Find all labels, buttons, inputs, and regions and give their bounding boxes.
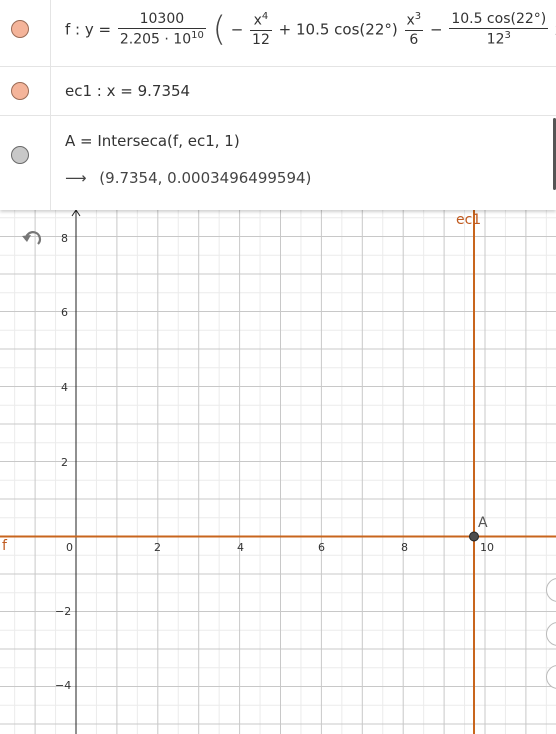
middle-term: 10.5 cos(22°): [296, 20, 398, 39]
point-A-label: A: [478, 515, 488, 531]
y-tick-8: 8: [61, 232, 68, 245]
term1-numerator-exponent: 4: [261, 11, 269, 22]
term2-fraction: x3 6: [404, 11, 424, 48]
term2-numerator: x3: [405, 11, 424, 30]
grid-minor: [0, 210, 556, 734]
algebra-view: f : y = 10300 2.205 · 1010 ( − x4 12 + 1…: [0, 0, 556, 210]
term2-numerator-base: x: [406, 12, 415, 29]
x-tick-10: 10: [480, 541, 494, 554]
algebra-row-A[interactable]: A = Interseca(f, ec1, 1) ⟶ (9.7354, 0.00…: [0, 116, 556, 210]
marble-column: [0, 67, 51, 115]
term3-denominator: 123: [449, 28, 549, 48]
x-tick-8: 8: [401, 541, 408, 554]
output-arrow-icon: ⟶: [65, 169, 87, 187]
term1-numerator-base: x: [253, 12, 262, 29]
algebra-row-f[interactable]: f : y = 10300 2.205 · 1010 ( − x4 12 + 1…: [0, 0, 556, 67]
graphics-view[interactable]: 0 2 4 6 8 10 8 6 4 2 −2 −4 f ec1 A: [0, 210, 556, 734]
minus-sign: −: [429, 20, 443, 39]
graphics-canvas[interactable]: 0 2 4 6 8 10 8 6 4 2 −2 −4 f ec1 A: [0, 210, 556, 734]
coefficient-denominator: 2.205 · 1010: [117, 28, 206, 48]
undo-icon[interactable]: [22, 231, 41, 245]
point-A-definition[interactable]: A = Interseca(f, ec1, 1): [65, 132, 240, 150]
term1-numerator: x4: [250, 11, 272, 30]
grid-major: [0, 210, 556, 734]
function-f-expression[interactable]: f : y = 10300 2.205 · 1010 ( − x4 12 + 1…: [65, 11, 556, 48]
point-A-output: ⟶ (9.7354, 0.0003496499594): [65, 169, 311, 187]
marble-column: [0, 0, 51, 66]
line-ec1-expression[interactable]: ec1 : x = 9.7354: [65, 82, 190, 100]
open-paren: (: [212, 9, 226, 50]
term3-denominator-base: 12: [486, 31, 505, 48]
visibility-marble-f[interactable]: [11, 20, 29, 38]
coefficient-denominator-exponent: 10: [191, 30, 204, 41]
coefficient-denominator-base: 2.205 · 10: [119, 31, 192, 48]
coefficient-fraction: 10300 2.205 · 1010: [117, 11, 206, 48]
term2-numerator-exponent: 3: [414, 11, 422, 22]
plus-sign: +: [278, 20, 292, 39]
x-tick-4: 4: [237, 541, 244, 554]
algebra-row-ec1[interactable]: ec1 : x = 9.7354: [0, 67, 556, 116]
y-tick-6: 6: [61, 306, 68, 319]
y-tick-4: 4: [61, 381, 68, 394]
y-tick-neg4: −4: [55, 679, 71, 692]
y-tick-2: 2: [61, 456, 68, 469]
coefficient-numerator: 10300: [139, 11, 185, 27]
marble-column: [0, 116, 51, 210]
x-tick-6: 6: [318, 541, 325, 554]
term1-denominator: 12: [250, 29, 272, 48]
visibility-marble-A[interactable]: [11, 146, 29, 164]
point-A-value: (9.7354, 0.0003496499594): [99, 169, 312, 187]
term3-fraction: 10.5 cos(22°) 123: [449, 11, 549, 48]
function-f-label: f: [2, 538, 8, 554]
visibility-marble-ec1[interactable]: [11, 82, 29, 100]
term2-denominator: 6: [404, 29, 424, 48]
term3-denominator-exponent: 3: [504, 30, 511, 41]
term1-sign: −: [230, 20, 244, 39]
term1-fraction: x4 12: [250, 11, 272, 48]
y-tick-neg2: −2: [55, 605, 71, 618]
x-tick-0: 0: [66, 541, 73, 554]
x-tick-2: 2: [154, 541, 161, 554]
point-A[interactable]: [469, 531, 479, 542]
function-f-label: f : y =: [65, 20, 112, 39]
line-ec1-label: ec1: [456, 212, 481, 228]
term3-numerator: 10.5 cos(22°): [451, 11, 547, 27]
